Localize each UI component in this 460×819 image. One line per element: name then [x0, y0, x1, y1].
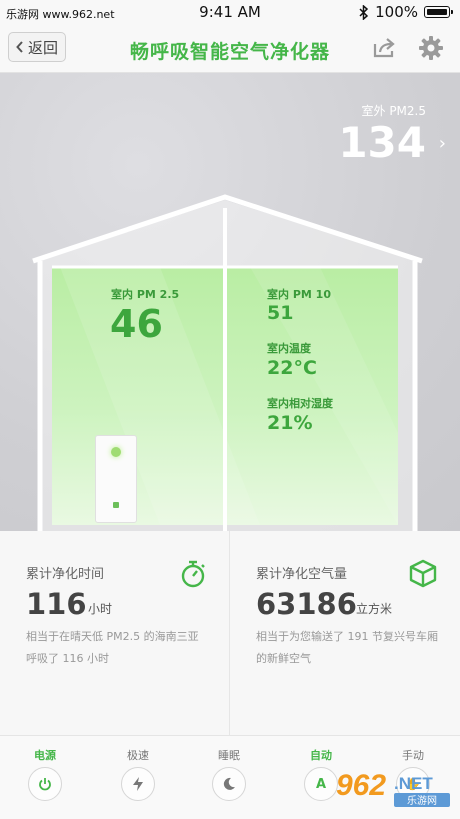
- indoor-temperature-value: 22°C: [267, 357, 317, 379]
- purify-volume-unit: 立方米: [356, 602, 393, 616]
- share-icon[interactable]: [372, 36, 398, 60]
- outdoor-pm25-value[interactable]: 134: [338, 118, 426, 167]
- purify-volume-label: 累计净化空气量: [256, 567, 348, 582]
- moon-icon: [223, 777, 235, 790]
- auto-icon: A: [315, 776, 327, 792]
- purify-volume-value: 63186: [256, 587, 357, 621]
- lightning-icon: [133, 777, 143, 791]
- stats-divider: [229, 531, 230, 735]
- svg-text:.NET: .NET: [394, 774, 433, 793]
- purify-time-unit: 小时: [88, 602, 113, 616]
- indoor-pm25-value: 46: [110, 302, 163, 346]
- power-button[interactable]: [28, 767, 62, 801]
- indoor-humidity-label: 室内相对湿度: [267, 397, 333, 410]
- svg-text:962: 962: [336, 769, 386, 802]
- indoor-pm25-label: 室内 PM 2.5: [111, 288, 180, 301]
- purify-time-label: 累计净化时间: [26, 567, 105, 582]
- gear-icon[interactable]: [418, 35, 444, 61]
- mode-label-auto: 自动: [310, 749, 332, 762]
- mode-label-turbo: 极速: [127, 749, 149, 762]
- mode-label-sleep: 睡眠: [218, 749, 240, 762]
- chevron-right-icon[interactable]: ›: [439, 133, 446, 154]
- indoor-pm10-value: 51: [267, 302, 294, 324]
- indoor-pm10-label: 室内 PM 10: [267, 288, 331, 301]
- indoor-temperature-label: 室内温度: [267, 342, 311, 355]
- purify-time-value: 116: [26, 587, 87, 621]
- cube-icon: [409, 559, 437, 588]
- purifier-logo: [113, 502, 119, 508]
- battery-icon: [424, 6, 453, 18]
- battery-percent: 100%: [375, 3, 418, 21]
- purify-time-description: 相当于在晴天低 PM2.5 的海南三亚呼吸了 116 小时: [26, 630, 199, 665]
- stopwatch-icon: [181, 560, 205, 588]
- purify-volume-description: 相当于为您输送了 191 节复兴号车厢的新鲜空气: [256, 630, 438, 665]
- site-watermark-logo: 962 .NET 乐游网: [336, 769, 450, 807]
- mode-label-power: 电源: [34, 749, 56, 762]
- turbo-button[interactable]: [121, 767, 155, 801]
- svg-text:乐游网: 乐游网: [407, 794, 437, 807]
- indoor-humidity-value: 21%: [267, 412, 313, 434]
- outdoor-pm25-label: 室外 PM2.5: [361, 104, 427, 118]
- sleep-button[interactable]: [212, 767, 246, 801]
- purifier-indicator-light: [111, 447, 121, 457]
- power-icon: [39, 778, 51, 791]
- mode-label-manual: 手动: [402, 749, 424, 762]
- status-right: 100%: [359, 3, 453, 21]
- bluetooth-icon: [359, 4, 369, 20]
